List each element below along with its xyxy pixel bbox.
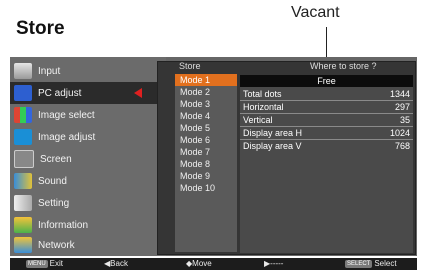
mode-item-3[interactable]: Mode 3: [175, 98, 237, 110]
information-icon: [14, 217, 32, 233]
panel-header: Store Where to store ?: [158, 61, 415, 73]
mode-item-10[interactable]: Mode 10: [175, 182, 237, 194]
footer-back[interactable]: ◀Back: [104, 258, 128, 270]
sidebar-item-label: Sound: [38, 175, 67, 187]
sidebar-item-pc-adjust[interactable]: PC adjust: [10, 82, 166, 104]
selected-marker-icon: [134, 88, 142, 98]
osd-menu: Input PC adjust Image select Image adjus…: [10, 57, 417, 256]
vacant-status: Free: [240, 75, 413, 87]
setting-icon: [14, 195, 32, 211]
sidebar-item-label: Input: [38, 65, 61, 77]
menu-key-icon: MENU: [26, 260, 48, 268]
info-row-horizontal: Horizontal 297: [240, 101, 413, 113]
page-title: Store: [16, 18, 65, 39]
info-row-total-dots: Total dots 1344: [240, 88, 413, 100]
sidebar-item-setting[interactable]: Setting: [10, 192, 166, 214]
sidebar-item-screen[interactable]: Screen: [10, 148, 166, 170]
sidebar: Input PC adjust Image select Image adjus…: [10, 57, 166, 256]
sidebar-item-network[interactable]: Network: [10, 234, 166, 256]
info-row-vertical: Vertical 35: [240, 114, 413, 126]
footer-next[interactable]: ▶-----: [264, 258, 283, 270]
info-key: Horizontal: [243, 102, 284, 112]
sound-icon: [14, 173, 32, 189]
sidebar-item-sound[interactable]: Sound: [10, 170, 166, 192]
info-key: Display area V: [243, 141, 302, 151]
network-icon: [14, 237, 32, 253]
footer-move[interactable]: ◆Move: [186, 258, 212, 270]
panel-title: Store: [179, 61, 201, 71]
sidebar-item-information[interactable]: Information: [10, 214, 166, 236]
info-value: 768: [394, 141, 410, 151]
screen-icon: [14, 150, 34, 168]
info-key: Total dots: [243, 89, 282, 99]
info-key: Vertical: [243, 115, 273, 125]
mode-item-1[interactable]: Mode 1: [175, 74, 237, 86]
info-value: 35: [399, 115, 410, 125]
mode-item-6[interactable]: Mode 6: [175, 134, 237, 146]
mode-item-8[interactable]: Mode 8: [175, 158, 237, 170]
store-info: Free Total dots 1344 Horizontal 297 Vert…: [240, 75, 413, 253]
image-select-icon: [14, 107, 32, 123]
panel-prompt: Where to store ?: [310, 61, 377, 71]
store-panel: Store Where to store ? Mode 1 Mode 2 Mod…: [157, 61, 416, 255]
info-value: 297: [394, 102, 410, 112]
sidebar-item-image-adjust[interactable]: Image adjust: [10, 126, 166, 148]
info-value: 1024: [389, 128, 410, 138]
footer-bar: MENU Exit ◀Back ◆Move ▶----- SELECT Sele…: [10, 258, 417, 270]
mode-item-4[interactable]: Mode 4: [175, 110, 237, 122]
info-key: Display area H: [243, 128, 303, 138]
info-value: 1344: [389, 89, 410, 99]
mode-item-5[interactable]: Mode 5: [175, 122, 237, 134]
select-key-icon: SELECT: [345, 260, 373, 268]
footer-select[interactable]: SELECT Select: [345, 258, 397, 270]
mode-item-2[interactable]: Mode 2: [175, 86, 237, 98]
sidebar-item-input[interactable]: Input: [10, 60, 166, 82]
image-adjust-icon: [14, 129, 32, 145]
input-icon: [14, 63, 32, 79]
sidebar-item-image-select[interactable]: Image select: [10, 104, 166, 126]
sidebar-item-label: PC adjust: [38, 87, 82, 99]
mode-item-7[interactable]: Mode 7: [175, 146, 237, 158]
mode-list: Mode 1 Mode 2 Mode 3 Mode 4 Mode 5 Mode …: [175, 74, 237, 252]
footer-select-label: Select: [374, 259, 397, 268]
sidebar-item-label: Information: [38, 219, 89, 231]
footer-exit[interactable]: MENU Exit: [26, 258, 63, 270]
footer-exit-label: Exit: [49, 259, 64, 268]
sidebar-item-label: Screen: [40, 153, 72, 165]
sidebar-item-label: Network: [38, 239, 75, 251]
sidebar-item-label: Image adjust: [38, 131, 96, 143]
pc-adjust-icon: [14, 85, 32, 101]
sidebar-item-label: Setting: [38, 197, 70, 209]
mode-item-9[interactable]: Mode 9: [175, 170, 237, 182]
callout-label: Vacant: [291, 4, 340, 21]
info-row-display-area-h: Display area H 1024: [240, 127, 413, 139]
sidebar-item-label: Image select: [38, 109, 95, 121]
info-row-display-area-v: Display area V 768: [240, 140, 413, 152]
